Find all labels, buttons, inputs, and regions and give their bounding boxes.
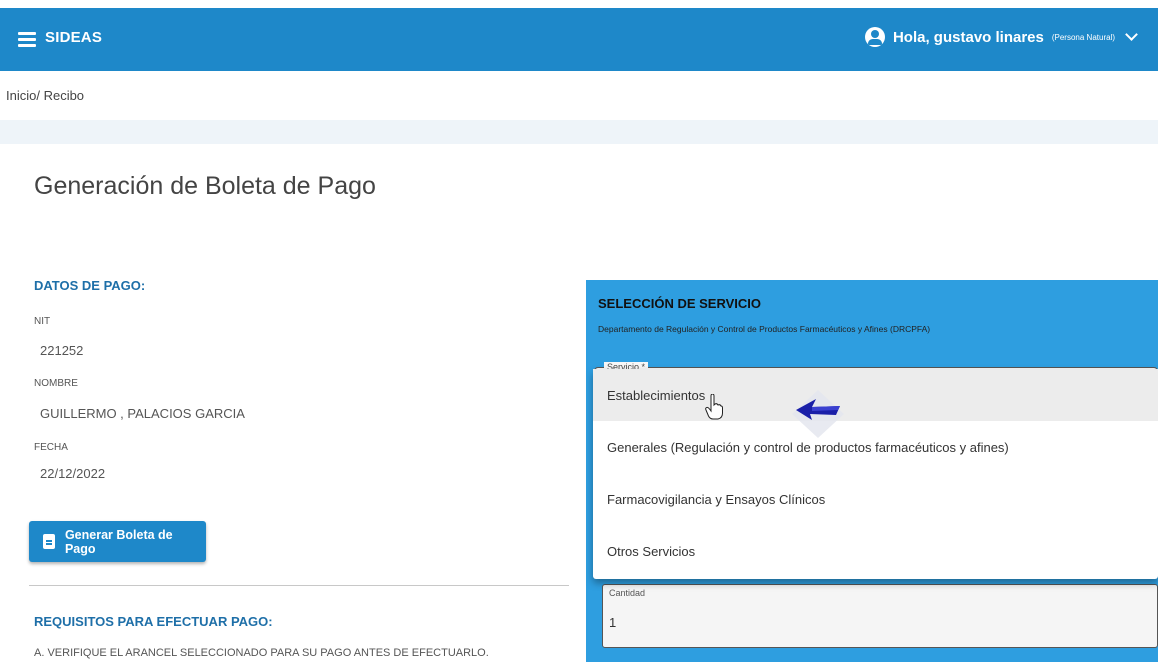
hand-cursor-icon (705, 394, 723, 420)
service-option-otros[interactable]: Otros Servicios (593, 525, 1158, 577)
divider-band (0, 120, 1158, 144)
user-greeting: Hola, gustavo linares (892, 28, 1044, 46)
date-value: 22/12/2022 (40, 466, 106, 481)
service-option-generales[interactable]: Generales (Regulación y control de produ… (593, 421, 1158, 473)
generate-payment-slip-button[interactable]: Generar Boleta de Pago (29, 521, 206, 562)
user-type: (Persona Natural) (1051, 32, 1115, 42)
requirement-item: A. VERIFIQUE EL ARANCEL SELECCIONADO PAR… (34, 647, 489, 659)
quantity-value: 1 (609, 615, 617, 630)
quantity-label: Cantidad (609, 588, 646, 598)
page-title: Generación de Boleta de Pago (34, 172, 376, 200)
name-value: GUILLERMO , PALACIOS GARCIA (40, 406, 245, 421)
payment-data-title: DATOS DE PAGO: (34, 278, 146, 293)
top-navbar: SIDEAS Hola, gustavo linares (Persona Na… (0, 8, 1158, 71)
department-subtitle: Departamento de Regulación y Control de … (598, 324, 931, 334)
hamburger-menu-icon[interactable] (18, 32, 36, 47)
user-account-icon (864, 27, 885, 47)
app-title[interactable]: SIDEAS (45, 29, 102, 46)
requirements-title: REQUISITOS PARA EFECTUAR PAGO: (34, 614, 273, 629)
service-dropdown-menu: Establecimientos Generales (Regulación y… (593, 369, 1158, 579)
user-menu[interactable]: Hola, gustavo linares (Persona Natural) (864, 27, 1138, 47)
chevron-down-icon[interactable] (1125, 28, 1138, 41)
nit-label: NIT (34, 316, 51, 327)
service-selection-title: SELECCIÓN DE SERVICIO (598, 296, 762, 311)
service-option-establecimientos[interactable]: Establecimientos (593, 369, 1158, 421)
name-label: NOMBRE (34, 378, 78, 389)
date-label: FECHA (34, 442, 68, 453)
service-option-farmacovigilancia[interactable]: Farmacovigilancia y Ensayos Clínicos (593, 473, 1158, 525)
nit-value: 221252 (40, 343, 84, 358)
generate-button-label: Generar Boleta de Pago (64, 527, 173, 556)
section-divider (29, 585, 569, 586)
quantity-field[interactable]: Cantidad 1 (602, 584, 1158, 648)
breadcrumb[interactable]: Inicio/ Recibo (6, 88, 84, 103)
document-icon (43, 534, 55, 549)
pointer-arrow-icon (792, 390, 844, 438)
